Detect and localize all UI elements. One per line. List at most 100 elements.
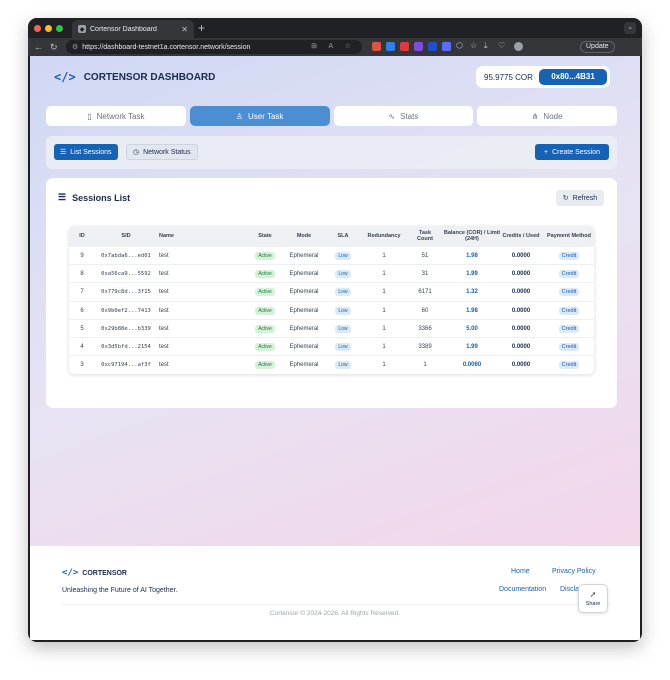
refresh-label: Refresh <box>572 194 598 202</box>
footer-link-home[interactable]: Home <box>511 568 530 575</box>
user-icon: ♙ <box>235 111 243 121</box>
footer-link-documentation[interactable]: Documentation <box>499 586 546 593</box>
cell-credits: 0.0000 <box>511 253 531 259</box>
cell-mode: Ephemeral <box>289 325 319 332</box>
cell-sla: Low <box>327 302 359 320</box>
sla-badge: Low <box>335 306 351 315</box>
cell-redundancy: 1 <box>382 289 386 296</box>
avatar[interactable] <box>514 42 523 51</box>
footer-link-privacy[interactable]: Privacy Policy <box>552 568 596 575</box>
payment-badge[interactable]: Credit <box>558 343 580 351</box>
list-sessions-label: List Sessions <box>70 148 112 156</box>
reload-icon[interactable]: ↻ <box>50 41 58 53</box>
tab-close-icon[interactable]: ✕ <box>181 25 188 34</box>
site-info-icon[interactable]: ⚙ <box>72 43 78 51</box>
new-tab-button[interactable]: + <box>198 20 205 36</box>
cell-state: Active <box>247 302 283 320</box>
cell-credits: 0.0000 <box>511 271 531 278</box>
refresh-button[interactable]: ↻ Refresh <box>556 190 604 206</box>
cell-name: test <box>159 271 169 278</box>
cell-balance: 5.00 <box>466 325 478 332</box>
minimize-window-dot[interactable] <box>45 25 52 32</box>
cell-mode: Ephemeral <box>289 271 319 278</box>
extension-icon[interactable] <box>442 42 451 51</box>
main-tabs: ▯ Network Task ♙ User Task ∿ Stats ⋔ Nod… <box>46 106 617 126</box>
cell-id: 7 <box>80 289 84 296</box>
share-button[interactable]: ➚ Share <box>578 584 608 613</box>
payment-badge[interactable]: Credit <box>558 252 580 260</box>
address-bar[interactable]: ⚙ https://dashboard-testnet1a.cortensor.… <box>66 40 362 54</box>
cell-task-count: 31 <box>421 271 429 278</box>
cell-sla: Low <box>327 247 359 265</box>
download-icon[interactable]: ⤓ <box>484 41 488 51</box>
tab-stats[interactable]: ∿ Stats <box>333 106 474 126</box>
cell-task-count: 51 <box>421 253 429 259</box>
bookmark-icon[interactable]: ☆ <box>470 41 477 50</box>
cell-sla: Low <box>327 283 359 301</box>
table-row[interactable]: 3 0xc97194...af3f test Active Ephemeral Low 1 1… <box>69 355 594 373</box>
heart-icon[interactable]: ♡ <box>498 41 505 50</box>
extension-icon[interactable] <box>414 42 423 51</box>
extension-icon[interactable] <box>386 42 395 51</box>
cell-credits: 0.0000 <box>511 289 531 296</box>
address-bar-icons[interactable]: ⊞ A ☆ <box>311 42 356 50</box>
footer: </> CORTENSOR Unleashing the Future of A… <box>30 546 640 640</box>
tab-favicon-icon: ◆ <box>78 25 86 33</box>
back-icon[interactable]: ← <box>34 41 43 53</box>
payment-badge[interactable]: Credit <box>558 324 580 333</box>
table-row[interactable]: 6 0x9b0ef2...7413 test Active Ephemeral Low 1 6… <box>69 300 594 320</box>
cell-mode: Ephemeral <box>289 362 319 369</box>
wallet-widget: 95.9775 COR 0x80...4B31 <box>476 66 610 88</box>
table-row[interactable]: 5 0x29b88e...b339 test Active Ephemeral Low 1 3… <box>69 318 594 337</box>
cell-redundancy: 1 <box>382 271 386 278</box>
puzzle-icon[interactable]: ⬡ <box>456 41 463 50</box>
cell-name: test <box>159 289 169 296</box>
cell-credits: 0.0000 <box>511 325 531 332</box>
cell-sid: 0xa56ca9...5592 <box>101 271 151 278</box>
footer-divider <box>62 604 610 605</box>
footer-logo[interactable]: </> CORTENSOR <box>62 568 127 578</box>
tab-title: Cortensor Dashboard <box>90 25 157 33</box>
table-row[interactable]: 9 0x7abda6...ed01 test Active Ephemeral Low 1 5… <box>69 246 594 264</box>
extension-icon[interactable] <box>400 42 409 51</box>
network-status-button[interactable]: ◷ Network Status <box>126 144 198 160</box>
app-logo[interactable]: </> CORTENSOR DASHBOARD <box>54 70 215 84</box>
update-button[interactable]: Update <box>580 41 615 53</box>
close-window-dot[interactable] <box>34 25 41 32</box>
tab-user-task[interactable]: ♙ User Task <box>189 106 330 126</box>
cell-name: test <box>159 307 169 314</box>
cell-redundancy: 1 <box>382 362 386 369</box>
list-sessions-button[interactable]: ☰ List Sessions <box>54 144 118 160</box>
column-header: Credits / Used <box>502 233 540 239</box>
table-header: ID SID Name State Mode SLA Redundancy Ta… <box>69 226 594 246</box>
cell-payment: Credit <box>547 338 591 356</box>
table-row[interactable]: 8 0xa56ca9...5592 test Active Ephemeral Low 1 3… <box>69 264 594 282</box>
cell-payment: Credit <box>547 283 591 301</box>
payment-badge[interactable]: Credit <box>558 306 580 315</box>
cell-name: test <box>159 253 169 259</box>
sla-badge: Low <box>335 270 351 279</box>
list-icon: ☰ <box>58 192 67 202</box>
activity-icon: ∿ <box>388 111 396 121</box>
browser-tab[interactable]: ◆ Cortensor Dashboard ✕ <box>72 20 194 38</box>
extension-icon[interactable] <box>428 42 437 51</box>
wallet-address-button[interactable]: 0x80...4B31 <box>539 69 607 85</box>
column-header: SLA <box>337 233 349 239</box>
maximize-window-dot[interactable] <box>56 25 63 32</box>
footer-link-disclaimer[interactable]: Discla <box>560 586 579 593</box>
extension-icon[interactable] <box>372 42 381 51</box>
cell-name: test <box>159 344 169 350</box>
payment-badge[interactable]: Credit <box>558 361 580 370</box>
tab-network-task[interactable]: ▯ Network Task <box>46 106 186 126</box>
create-session-button[interactable]: + Create Session <box>535 144 609 160</box>
table-row[interactable]: 4 0x3d5bfd...2154 test Active Ephemeral Low 1 3… <box>69 337 594 355</box>
tab-node[interactable]: ⋔ Node <box>477 106 617 126</box>
sla-badge: Low <box>335 343 351 351</box>
payment-badge[interactable]: Credit <box>558 270 580 279</box>
payment-badge[interactable]: Credit <box>558 288 580 297</box>
cell-id: 3 <box>80 362 84 369</box>
footer-brand: CORTENSOR <box>82 569 127 577</box>
column-header: Balance (COR) / Limit (24H) <box>443 230 501 242</box>
tab-search-icon[interactable]: ⌄ <box>624 22 636 34</box>
table-row[interactable]: 7 0x779c8d...3f15 test Active Ephemeral Low 1 6… <box>69 282 594 300</box>
